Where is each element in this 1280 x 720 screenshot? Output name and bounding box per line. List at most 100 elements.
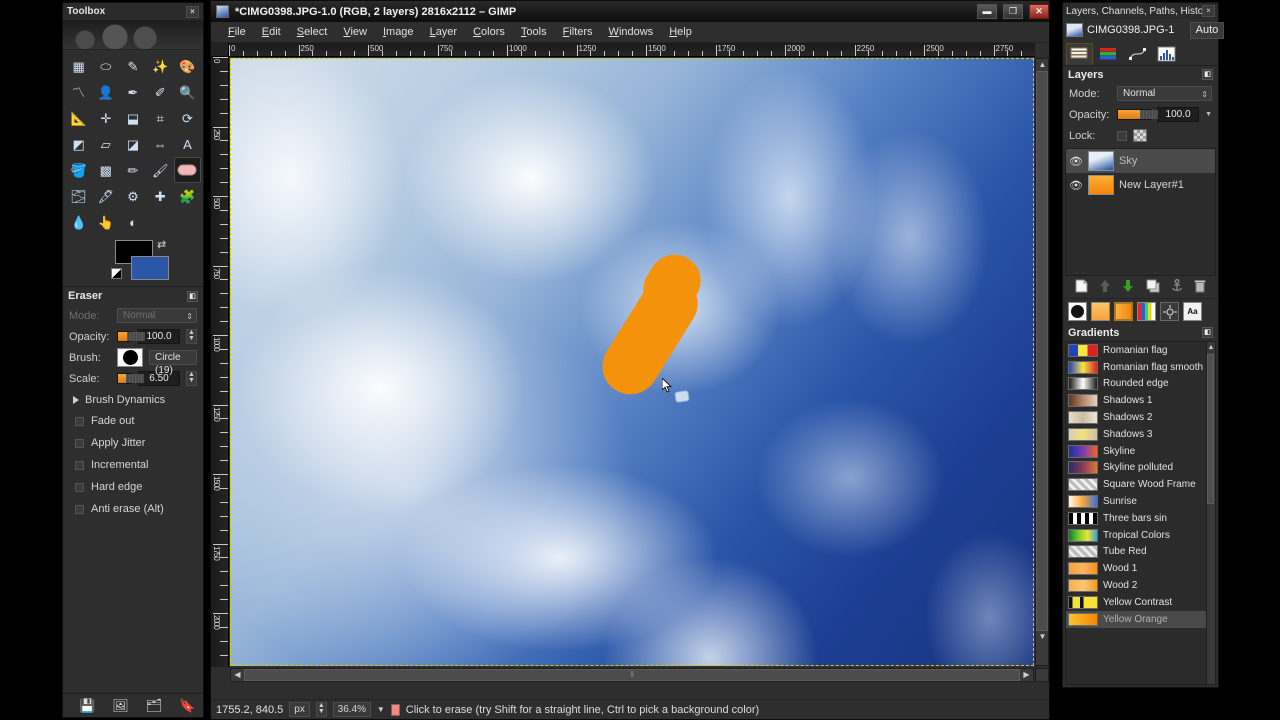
brush-dynamics-expander[interactable]: Brush Dynamics [63,389,203,410]
menu-colors[interactable]: Colors [465,23,513,41]
pattern-swatch[interactable] [1091,302,1110,321]
gradient-list-item[interactable]: Tube Red [1066,544,1215,561]
gradient-list-item[interactable]: Skyline polluted [1066,460,1215,477]
scroll-down-icon[interactable]: ▼ [1036,631,1049,643]
lock-alpha-icon[interactable] [1133,129,1147,142]
pointer-icon[interactable]: 🔖 [179,699,195,712]
blend-tool[interactable]: ▩ [92,157,119,183]
gradient-list-item[interactable]: Tropical Colors [1066,527,1215,544]
menu-file[interactable]: File [220,23,254,41]
horizontal-ruler[interactable]: 0 250 500 750 1000 1250 1500 1750 2000 2250 2500 27… [229,43,1035,57]
navigation-button[interactable] [1035,668,1049,682]
perspective-clone-tool[interactable]: 🧩 [174,183,201,209]
gradient-list-item[interactable]: Yellow Contrast [1066,594,1215,611]
unit-select[interactable]: px [289,702,310,717]
rect-select-tool[interactable]: ▦ [65,53,92,79]
background-color-swatch[interactable] [131,256,169,280]
eraser-tool[interactable] [173,157,201,183]
dynamics-swatch[interactable] [1160,302,1179,321]
scale-tool[interactable]: ◩ [65,131,92,157]
image-window-titlebar[interactable]: *CIMG0398.JPG-1.0 (RGB, 2 layers) 2816x2… [211,1,1049,22]
checkbox-box[interactable] [75,416,84,426]
brush-preview[interactable] [117,348,143,367]
gradient-list-item[interactable]: Square Wood Frame [1066,476,1215,493]
image-icon[interactable]: 🖼 [112,699,129,712]
flip-tool[interactable]: ⇔ [147,131,174,157]
gradient-list-item[interactable]: Sunrise [1066,493,1215,510]
checkbox-apply-jitter[interactable]: Apply Jitter [63,432,203,454]
ruler-corner[interactable] [211,43,229,57]
vertical-scrollbar[interactable]: ▲ ▼ [1035,58,1049,666]
gradient-list-item[interactable]: Wood 1 [1066,560,1215,577]
scroll-up-icon[interactable]: ▲ [1036,59,1049,71]
close-button[interactable]: ✕ [1029,4,1049,19]
gradient-list-item[interactable]: Shadows 1 [1066,392,1215,409]
layer-visibility-icon[interactable]: 👁 [1069,155,1083,168]
zoom-level[interactable]: 36.4% [332,702,371,717]
text-tool[interactable]: A [174,131,201,157]
color-picker-tool[interactable]: ✐ [147,79,174,105]
unit-stepper[interactable]: ▲ ▼ [315,702,327,717]
layers-panel-menu-icon[interactable]: ◧ [1202,69,1213,80]
checkbox-incremental[interactable]: Incremental [63,454,203,476]
heal-tool[interactable]: ✚ [147,183,174,209]
swap-colors-icon[interactable]: ⇄ [157,238,166,251]
foreground-select-tool[interactable]: 👤 [92,79,119,105]
pencil-tool[interactable]: ✏ [119,157,146,183]
lower-layer-icon[interactable] [1122,279,1134,295]
layers-icon[interactable]: 🗂 [146,699,163,712]
tab-histogram[interactable] [1153,43,1180,65]
scroll-up-icon[interactable]: ▲ [1207,342,1215,353]
bucket-fill-tool[interactable]: 🪣 [65,157,92,183]
tab-paths[interactable] [1124,43,1151,65]
horizontal-scrollbar[interactable]: ◀ ⦀ ▶ [230,668,1034,682]
ellipse-select-tool[interactable]: ⬭ [92,53,119,79]
gradient-list[interactable]: Romanian flag Romanian flag smooth Rounded… [1065,341,1216,685]
duplicate-layer-icon[interactable] [1146,279,1160,295]
zoom-tool[interactable]: 🔍 [174,79,201,105]
checkbox-anti-erase-alt[interactable]: Anti erase (Alt) [63,498,203,520]
checkbox-box[interactable] [75,460,84,470]
gradient-list-item[interactable]: Wood 2 [1066,577,1215,594]
vertical-ruler[interactable]: 0 250 500 750 1000 1250 1500 1750 2000 [211,57,229,667]
clone-tool[interactable]: ⚙ [119,183,146,209]
gradient-list-item[interactable]: Shadows 3 [1066,426,1215,443]
gradient-list-item[interactable]: Yellow Orange [1066,610,1215,628]
scissors-select-tool[interactable]: 〽 [65,79,92,105]
checkbox-box[interactable] [75,504,84,514]
chevron-down-icon[interactable]: ▼ [377,705,385,714]
checkbox-hard-edge[interactable]: Hard edge [63,476,203,498]
menu-edit[interactable]: Edit [254,23,289,41]
image-canvas[interactable] [230,58,1034,666]
ink-tool[interactable]: 🖋 [92,183,119,209]
menu-tools[interactable]: Tools [513,23,555,41]
gradient-list-item[interactable]: Skyline [1066,443,1215,460]
gradient-list-item[interactable]: Shadows 2 [1066,409,1215,426]
menu-select[interactable]: Select [289,23,336,41]
tab-layers[interactable] [1066,43,1093,65]
menu-layer[interactable]: Layer [422,23,466,41]
font-swatch[interactable]: Aa [1183,302,1202,321]
scroll-right-icon[interactable]: ▶ [1020,669,1033,681]
perspective-tool[interactable]: ◪ [119,131,146,157]
layer-opacity-value[interactable]: 100.0 [1157,107,1200,122]
raise-layer-icon[interactable] [1099,279,1111,295]
layer-visibility-icon[interactable]: 👁 [1069,179,1083,192]
shear-tool[interactable]: ▱ [92,131,119,157]
paths-tool[interactable]: ✒ [119,79,146,105]
maximize-button[interactable]: ❐ [1003,4,1023,19]
layer-opacity-slider[interactable] [1117,109,1159,120]
rotate-tool[interactable]: ⟳ [174,105,201,131]
blur-sharpen-tool[interactable]: 💧 [65,209,92,235]
fuzzy-select-tool[interactable]: ✨ [147,53,174,79]
new-layer-icon[interactable] [1075,279,1088,295]
crop-tool[interactable]: ⌗ [147,105,174,131]
delete-layer-icon[interactable] [1194,279,1206,295]
opacity-stepper[interactable]: ▲ ▼ [186,329,197,344]
gradients-panel-menu-icon[interactable]: ◧ [1202,327,1213,338]
align-tool[interactable]: ⬓ [119,105,146,131]
brush-swatch[interactable] [1068,302,1087,321]
scale-stepper[interactable]: ▲ ▼ [186,371,197,386]
scale-slider[interactable] [117,373,145,384]
menu-filters[interactable]: Filters [555,23,601,41]
